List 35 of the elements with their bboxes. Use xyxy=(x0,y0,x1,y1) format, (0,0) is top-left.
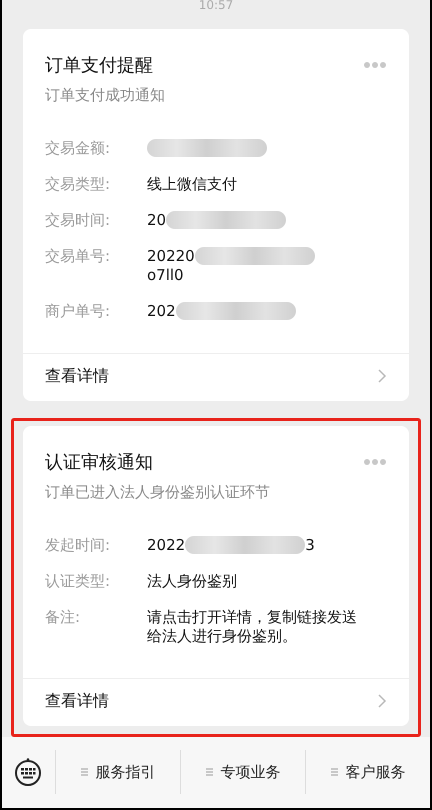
more-icon[interactable] xyxy=(363,458,387,466)
field-label: 交易时间: xyxy=(45,210,112,230)
menu-icon xyxy=(206,768,212,776)
field-label: 发起时间: xyxy=(45,536,112,555)
details-link[interactable]: 查看详情 xyxy=(23,352,409,401)
field-label: 交易单号: xyxy=(45,246,112,267)
field-label: 交易金额: xyxy=(45,138,112,158)
status-time: 10:57 xyxy=(198,0,234,14)
card-title: 认证审核通知 xyxy=(45,450,153,474)
menu-icon xyxy=(330,768,338,776)
field-value: 3 xyxy=(305,536,315,555)
more-icon[interactable] xyxy=(363,60,387,69)
menu-tab[interactable]: 服务指引 xyxy=(55,750,180,794)
card-title: 订单支付提醒 xyxy=(45,54,153,77)
chevron-icon xyxy=(377,693,387,710)
field-label: 商户单号: xyxy=(45,302,112,321)
field-value: o7ll0 xyxy=(147,266,185,285)
card-subtitle: 订单支付成功通知 xyxy=(44,84,166,105)
field-value: 请点击打开详情，复制链接发送给法人进行身份鉴别。 xyxy=(147,608,358,646)
field-label: 交易类型: xyxy=(45,174,112,194)
menu-tab[interactable]: 专项业务 xyxy=(180,750,305,794)
card-subtitle: 订单已进入法人身份鉴别认证环节 xyxy=(44,482,271,502)
menu-tab[interactable]: 客户服务 xyxy=(305,750,430,794)
field-label: 认证类型: xyxy=(45,572,112,591)
field-value: 202 xyxy=(147,302,176,321)
field-value: 20 xyxy=(147,210,166,230)
field-value: 法人身份鉴别 xyxy=(147,572,237,591)
field-label: 备注: xyxy=(45,608,82,628)
keyboard-icon[interactable] xyxy=(14,757,42,788)
field-value: 20220 xyxy=(147,246,195,266)
field-value: 2022 xyxy=(147,536,186,555)
chevron-icon xyxy=(377,368,387,384)
field-value: 线上微信支付 xyxy=(147,174,237,194)
details-link[interactable]: 查看详情 xyxy=(23,678,409,726)
menu-icon xyxy=(80,768,88,776)
